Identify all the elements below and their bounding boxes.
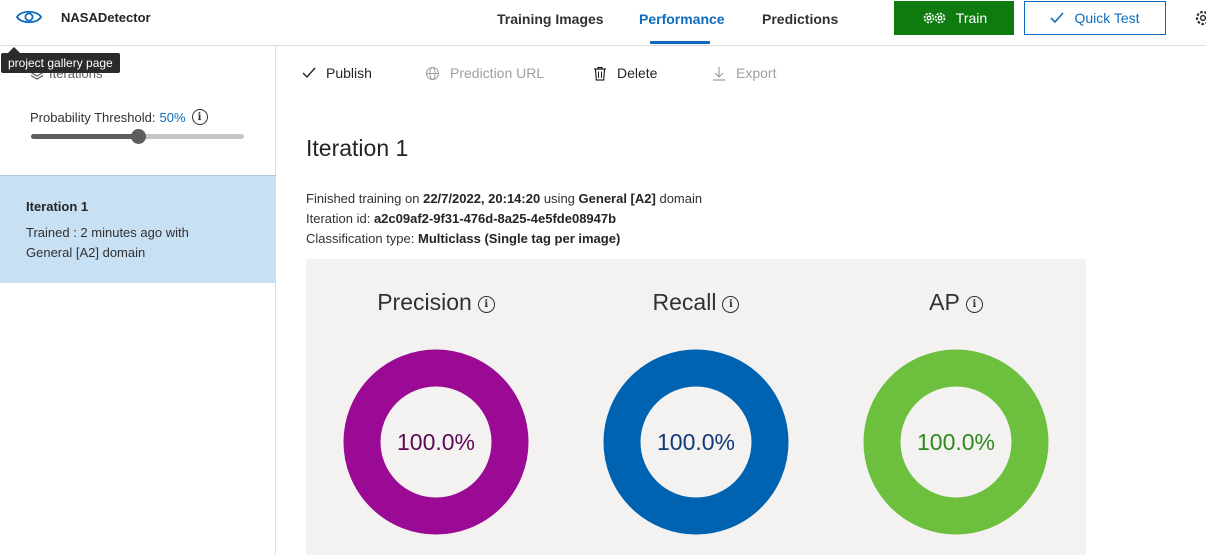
publish-button[interactable]: Publish (302, 65, 372, 81)
iteration-id-info: Iteration id: a2c09af2-9f31-476d-8a25-4e… (306, 211, 616, 226)
threshold-label: Probability Threshold: (30, 109, 156, 125)
project-gallery-button[interactable] (14, 4, 44, 30)
checkmark-icon (302, 67, 316, 79)
iteration-id-label: Iteration id: (306, 211, 371, 226)
threshold-slider-thumb[interactable] (130, 129, 146, 144)
precision-metric: Precision i 100.0% (306, 259, 566, 555)
tab-performance[interactable]: Performance (639, 11, 725, 27)
quick-test-button[interactable]: Quick Test (1024, 1, 1166, 35)
gear-icon (1195, 10, 1206, 26)
prediction-url-label: Prediction URL (450, 65, 545, 81)
train-button[interactable]: Train (894, 1, 1014, 35)
recall-value: 100.0% (657, 429, 735, 455)
tab-training-images[interactable]: Training Images (497, 11, 604, 27)
project-gallery-tooltip: project gallery page (1, 53, 120, 73)
export-button[interactable]: Export (712, 65, 776, 81)
iteration-id-value: a2c09af2-9f31-476d-8a25-4e5fde08947b (373, 211, 617, 226)
metrics-panel: Precision i 100.0% Recall i 100.0% AP i … (306, 259, 1086, 555)
ap-donut: 100.0% (863, 349, 1049, 535)
iteration-name: Iteration 1 (26, 199, 89, 214)
precision-value: 100.0% (397, 429, 475, 455)
active-tab-indicator (650, 41, 710, 44)
training-date: 22/7/2022, 20:14:20 (423, 191, 541, 206)
recall-donut: 100.0% (603, 349, 789, 535)
page-title: Iteration 1 (306, 135, 409, 161)
training-suffix: domain (659, 191, 703, 206)
publish-label: Publish (326, 65, 372, 81)
info-icon[interactable]: i (191, 109, 208, 125)
precision-title: Precision i (306, 289, 566, 316)
info-icon[interactable]: i (965, 296, 983, 313)
info-icon[interactable]: i (477, 296, 495, 313)
precision-title-text: Precision (377, 289, 472, 315)
precision-donut: 100.0% (343, 349, 529, 535)
training-domain: General [A2] (578, 191, 656, 206)
quick-test-label: Quick Test (1074, 10, 1140, 26)
threshold-slider[interactable] (31, 129, 244, 144)
recall-title-text: Recall (652, 289, 717, 315)
iteration-description: Trained : 2 minutes ago with General [A2… (26, 225, 189, 260)
training-middle: using (543, 191, 575, 206)
train-label: Train (955, 10, 988, 26)
classification-info: Classification type: Multiclass (Single … (306, 231, 620, 246)
classification-label: Classification type: (306, 231, 415, 246)
ap-title-text: AP (929, 289, 960, 315)
threshold-slider-fill (31, 134, 138, 139)
delete-button[interactable]: Delete (593, 65, 657, 81)
trash-icon (594, 66, 606, 81)
eye-icon (16, 10, 42, 24)
tab-predictions[interactable]: Predictions (762, 11, 838, 27)
download-icon (713, 66, 725, 81)
recall-metric: Recall i 100.0% (566, 259, 826, 555)
delete-label: Delete (617, 65, 658, 81)
prediction-url-button[interactable]: Prediction URL (425, 65, 544, 81)
sidebar: Iterations Probability Threshold: 50% i … (0, 46, 276, 555)
probability-threshold: Probability Threshold: 50% i (30, 109, 208, 125)
ap-title: AP i (826, 289, 1086, 316)
training-info: Finished training on 22/7/2022, 20:14:20… (306, 191, 702, 206)
export-label: Export (736, 65, 777, 81)
settings-button[interactable] (1194, 9, 1206, 27)
checkmark-icon (1050, 12, 1065, 24)
top-bar: NASADetector Training Images Performance… (0, 0, 1206, 46)
globe-icon (425, 66, 440, 80)
app-title: NASADetector (61, 10, 151, 25)
training-prefix: Finished training on (306, 191, 420, 206)
classification-value: Multiclass (Single tag per image) (418, 231, 621, 246)
info-icon[interactable]: i (722, 296, 740, 313)
gears-icon (923, 12, 946, 24)
ap-metric: AP i 100.0% (826, 259, 1086, 555)
ap-value: 100.0% (917, 429, 995, 455)
recall-title: Recall i (566, 289, 826, 316)
iteration-list-item[interactable]: Iteration 1 Trained : 2 minutes ago with… (0, 175, 276, 283)
threshold-value: 50% (159, 109, 186, 125)
